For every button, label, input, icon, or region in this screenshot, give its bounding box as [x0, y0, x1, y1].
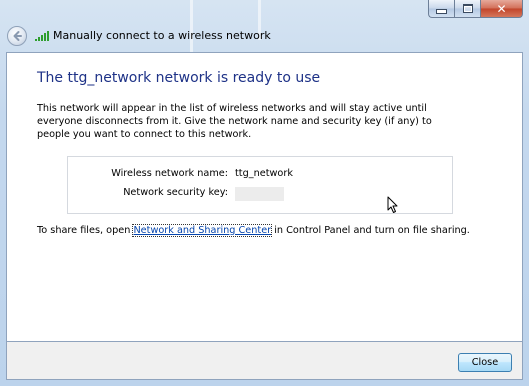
- network-name-label: Wireless network name:: [111, 168, 228, 179]
- security-key-value: [235, 187, 284, 201]
- content-panel: The ttg_network network is ready to use …: [6, 52, 523, 342]
- share-suffix-text: in Control Panel and turn on file sharin…: [271, 225, 470, 236]
- dialog-window: ✕ Manually connect to a wireless network…: [0, 0, 529, 386]
- close-window-button[interactable]: ✕: [480, 0, 523, 18]
- page-heading: The ttg_network network is ready to use: [37, 70, 321, 86]
- back-button[interactable]: [7, 26, 27, 46]
- window-title: Manually connect to a wireless network: [53, 29, 271, 42]
- close-button[interactable]: Close: [458, 353, 512, 372]
- maximize-icon: [462, 4, 473, 13]
- title-bar: ✕ Manually connect to a wireless network: [0, 0, 529, 52]
- wireless-signal-icon: [35, 31, 49, 41]
- share-prefix-text: To share files, open: [37, 225, 134, 236]
- mouse-pointer-icon: [387, 196, 398, 213]
- security-key-label: Network security key:: [123, 187, 228, 198]
- minimize-button[interactable]: [428, 0, 454, 18]
- description-text: This network will appear in the list of …: [37, 103, 432, 140]
- share-instructions: To share files, open Network and Sharing…: [37, 224, 470, 237]
- caption-buttons: ✕: [428, 0, 523, 19]
- network-sharing-center-link[interactable]: Network and Sharing Center: [132, 224, 273, 237]
- close-icon: ✕: [496, 1, 507, 16]
- minimize-icon: [436, 9, 447, 14]
- network-name-value: ttg_network: [235, 168, 293, 179]
- dialog-footer: Close: [6, 342, 523, 380]
- maximize-button[interactable]: [454, 0, 480, 18]
- back-arrow-icon: [13, 31, 22, 41]
